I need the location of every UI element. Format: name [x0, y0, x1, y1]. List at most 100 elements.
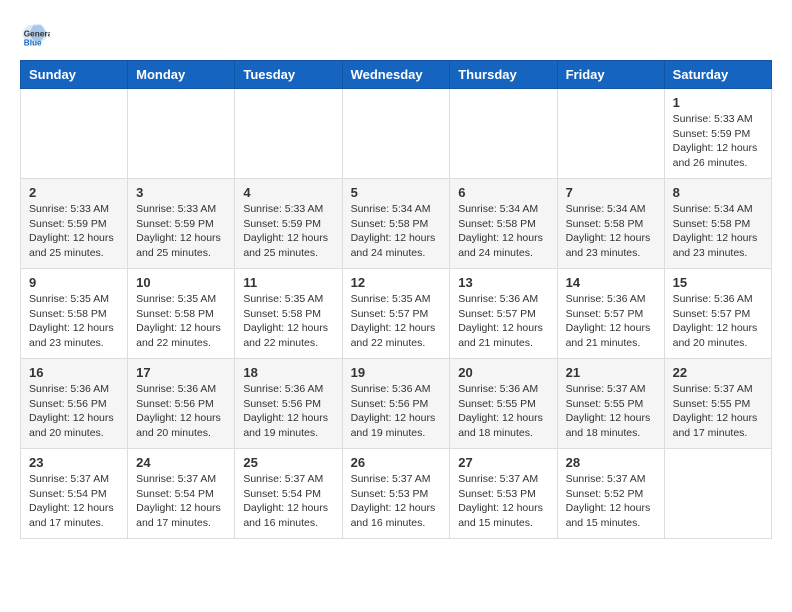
day-info: Sunrise: 5:36 AM Sunset: 5:57 PM Dayligh…	[458, 292, 548, 351]
day-info: Sunrise: 5:37 AM Sunset: 5:55 PM Dayligh…	[673, 382, 763, 441]
calendar-cell	[21, 89, 128, 179]
calendar-header-row: Sunday Monday Tuesday Wednesday Thursday…	[21, 61, 772, 89]
calendar-cell: 19Sunrise: 5:36 AM Sunset: 5:56 PM Dayli…	[342, 359, 450, 449]
calendar-cell: 2 Sunrise: 5:33 AM Sunset: 5:59 PM Daylig…	[21, 179, 128, 269]
day-info: Sunrise: 5:37 AM Sunset: 5:53 PM Dayligh…	[351, 472, 442, 531]
calendar-cell: 9 Sunrise: 5:35 AM Sunset: 5:58 PM Daylig…	[21, 269, 128, 359]
calendar-cell: 3 Sunrise: 5:33 AM Sunset: 5:59 PM Daylig…	[128, 179, 235, 269]
calendar-cell: 12 Sunrise: 5:35 AM Sunset: 5:57 PM Dayli…	[342, 269, 450, 359]
day-info: Sunrise: 5:35 AM Sunset: 5:58 PM Dayligh…	[243, 292, 333, 351]
calendar-cell: 27 Sunrise: 5:37 AM Sunset: 5:53 PM Dayli…	[450, 449, 557, 539]
calendar-week-row: 23 Sunrise: 5:37 AM Sunset: 5:54 PM Dayli…	[21, 449, 772, 539]
day-info: Sunrise: 5:33 AM Sunset: 5:59 PM Dayligh…	[29, 202, 119, 261]
calendar-week-row: 16 Sunrise: 5:36 AM Sunset: 5:56 PM Dayli…	[21, 359, 772, 449]
day-info: Sunrise: 5:35 AM Sunset: 5:58 PM Dayligh…	[136, 292, 226, 351]
calendar-cell: 22 Sunrise: 5:37 AM Sunset: 5:55 PM Dayli…	[664, 359, 771, 449]
page-header: General Blue	[20, 20, 772, 50]
day-info: Sunrise: 5:33 AM Sunset: 5:59 PM Dayligh…	[136, 202, 226, 261]
day-info: Sunrise: 5:34 AM Sunset: 5:58 PM Dayligh…	[351, 202, 442, 261]
calendar-week-row: 1Sunrise: 5:33 AM Sunset: 5:59 PM Daylig…	[21, 89, 772, 179]
day-number: 14	[566, 275, 656, 290]
calendar-cell: 26 Sunrise: 5:37 AM Sunset: 5:53 PM Dayli…	[342, 449, 450, 539]
day-info: Sunrise: 5:37 AM Sunset: 5:55 PM Dayligh…	[566, 382, 656, 441]
calendar-cell: 15 Sunrise: 5:36 AM Sunset: 5:57 PM Dayli…	[664, 269, 771, 359]
calendar-cell	[128, 89, 235, 179]
calendar-cell: 21 Sunrise: 5:37 AM Sunset: 5:55 PM Dayli…	[557, 359, 664, 449]
calendar-cell: 17 Sunrise: 5:36 AM Sunset: 5:56 PM Dayli…	[128, 359, 235, 449]
calendar-cell: 13 Sunrise: 5:36 AM Sunset: 5:57 PM Dayli…	[450, 269, 557, 359]
day-info: Sunrise: 5:36 AM Sunset: 5:56 PM Dayligh…	[29, 382, 119, 441]
day-info: Sunrise: 5:33 AM Sunset: 5:59 PM Dayligh…	[243, 202, 333, 261]
calendar-cell	[664, 449, 771, 539]
day-number: 15	[673, 275, 763, 290]
day-number: 10	[136, 275, 226, 290]
calendar-cell: 28 Sunrise: 5:37 AM Sunset: 5:52 PM Dayli…	[557, 449, 664, 539]
day-info: Sunrise: 5:37 AM Sunset: 5:54 PM Dayligh…	[243, 472, 333, 531]
day-number: 21	[566, 365, 656, 380]
day-number: 28	[566, 455, 656, 470]
calendar-cell	[235, 89, 342, 179]
calendar-cell: 6 Sunrise: 5:34 AM Sunset: 5:58 PM Daylig…	[450, 179, 557, 269]
calendar-cell: 5Sunrise: 5:34 AM Sunset: 5:58 PM Daylig…	[342, 179, 450, 269]
day-info: Sunrise: 5:34 AM Sunset: 5:58 PM Dayligh…	[458, 202, 548, 261]
calendar-cell: 18 Sunrise: 5:36 AM Sunset: 5:56 PM Dayli…	[235, 359, 342, 449]
day-number: 23	[29, 455, 119, 470]
day-number: 18	[243, 365, 333, 380]
day-number: 17	[136, 365, 226, 380]
calendar-cell: 25Sunrise: 5:37 AM Sunset: 5:54 PM Dayli…	[235, 449, 342, 539]
col-tuesday: Tuesday	[235, 61, 342, 89]
day-info: Sunrise: 5:37 AM Sunset: 5:53 PM Dayligh…	[458, 472, 548, 531]
day-info: Sunrise: 5:36 AM Sunset: 5:57 PM Dayligh…	[673, 292, 763, 351]
calendar-week-row: 2 Sunrise: 5:33 AM Sunset: 5:59 PM Daylig…	[21, 179, 772, 269]
day-info: Sunrise: 5:34 AM Sunset: 5:58 PM Dayligh…	[673, 202, 763, 261]
day-number: 9	[29, 275, 119, 290]
day-number: 16	[29, 365, 119, 380]
col-monday: Monday	[128, 61, 235, 89]
day-info: Sunrise: 5:37 AM Sunset: 5:54 PM Dayligh…	[136, 472, 226, 531]
day-info: Sunrise: 5:36 AM Sunset: 5:56 PM Dayligh…	[243, 382, 333, 441]
calendar-cell	[342, 89, 450, 179]
day-number: 2	[29, 185, 119, 200]
calendar-cell: 7Sunrise: 5:34 AM Sunset: 5:58 PM Daylig…	[557, 179, 664, 269]
calendar-cell: 11 Sunrise: 5:35 AM Sunset: 5:58 PM Dayli…	[235, 269, 342, 359]
day-number: 3	[136, 185, 226, 200]
day-number: 4	[243, 185, 333, 200]
calendar-cell: 4 Sunrise: 5:33 AM Sunset: 5:59 PM Daylig…	[235, 179, 342, 269]
col-wednesday: Wednesday	[342, 61, 450, 89]
day-info: Sunrise: 5:37 AM Sunset: 5:52 PM Dayligh…	[566, 472, 656, 531]
calendar-cell	[450, 89, 557, 179]
day-number: 26	[351, 455, 442, 470]
day-number: 6	[458, 185, 548, 200]
day-info: Sunrise: 5:36 AM Sunset: 5:57 PM Dayligh…	[566, 292, 656, 351]
logo: General Blue	[20, 20, 54, 50]
day-number: 13	[458, 275, 548, 290]
day-number: 22	[673, 365, 763, 380]
calendar-cell: 20 Sunrise: 5:36 AM Sunset: 5:55 PM Dayli…	[450, 359, 557, 449]
svg-text:General: General	[24, 30, 50, 39]
calendar-week-row: 9 Sunrise: 5:35 AM Sunset: 5:58 PM Daylig…	[21, 269, 772, 359]
calendar-cell: 14 Sunrise: 5:36 AM Sunset: 5:57 PM Dayli…	[557, 269, 664, 359]
svg-text:Blue: Blue	[24, 39, 42, 48]
day-info: Sunrise: 5:36 AM Sunset: 5:56 PM Dayligh…	[136, 382, 226, 441]
day-number: 12	[351, 275, 442, 290]
calendar-cell: 23 Sunrise: 5:37 AM Sunset: 5:54 PM Dayli…	[21, 449, 128, 539]
day-number: 8	[673, 185, 763, 200]
calendar-cell: 24 Sunrise: 5:37 AM Sunset: 5:54 PM Dayli…	[128, 449, 235, 539]
day-number: 24	[136, 455, 226, 470]
calendar-cell: 8 Sunrise: 5:34 AM Sunset: 5:58 PM Daylig…	[664, 179, 771, 269]
col-sunday: Sunday	[21, 61, 128, 89]
day-number: 27	[458, 455, 548, 470]
day-info: Sunrise: 5:34 AM Sunset: 5:58 PM Dayligh…	[566, 202, 656, 261]
day-info: Sunrise: 5:36 AM Sunset: 5:55 PM Dayligh…	[458, 382, 548, 441]
day-info: Sunrise: 5:35 AM Sunset: 5:58 PM Dayligh…	[29, 292, 119, 351]
calendar-cell: 10 Sunrise: 5:35 AM Sunset: 5:58 PM Dayli…	[128, 269, 235, 359]
calendar-cell: 16 Sunrise: 5:36 AM Sunset: 5:56 PM Dayli…	[21, 359, 128, 449]
day-info: Sunrise: 5:35 AM Sunset: 5:57 PM Dayligh…	[351, 292, 442, 351]
col-thursday: Thursday	[450, 61, 557, 89]
calendar-table: Sunday Monday Tuesday Wednesday Thursday…	[20, 60, 772, 539]
day-info: Sunrise: 5:37 AM Sunset: 5:54 PM Dayligh…	[29, 472, 119, 531]
day-number: 1	[673, 95, 763, 110]
day-info: Sunrise: 5:36 AM Sunset: 5:56 PM Dayligh…	[351, 382, 442, 441]
day-number: 11	[243, 275, 333, 290]
day-number: 20	[458, 365, 548, 380]
